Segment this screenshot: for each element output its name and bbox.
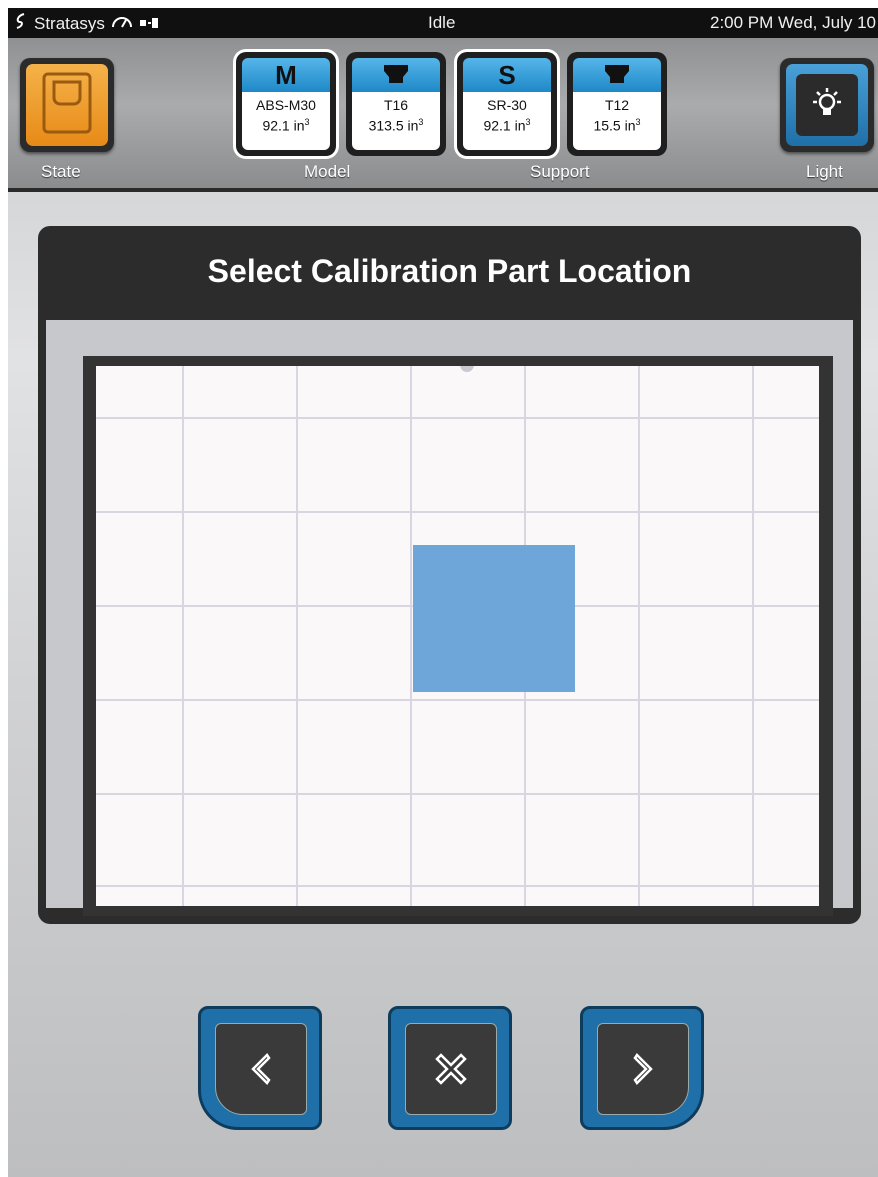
material-name: SR-30 (487, 97, 527, 113)
light-button-frame (786, 64, 868, 146)
state-button[interactable] (20, 58, 114, 152)
grid-line (96, 699, 819, 701)
grid-line (96, 511, 819, 513)
gauge-icon (111, 14, 133, 34)
next-button[interactable] (580, 1006, 704, 1130)
tip-name: T16 (383, 97, 409, 113)
tip-amount: 15.5 in (593, 117, 636, 134)
unit-superscript: 3 (635, 117, 641, 127)
header-toolbar: State M ABS-M30 92.1 in3 T16 313.5 in3 M… (8, 38, 878, 192)
material-amount-row: 92.1 in3 (242, 114, 330, 135)
material-cap: S (463, 58, 551, 92)
support-label: Support (530, 162, 590, 181)
support-material-bay[interactable]: S SR-30 92.1 in3 (457, 52, 557, 156)
tip-amount-row: 313.5 in3 (352, 114, 440, 135)
tip-icon (605, 65, 629, 83)
cancel-button[interactable] (388, 1006, 512, 1130)
grid-line (296, 366, 298, 906)
grid-line (182, 366, 184, 906)
status-left: Stratasys (14, 13, 161, 34)
model-label: Model (304, 162, 351, 181)
calibration-grid[interactable] (96, 366, 819, 906)
stratasys-logo-icon (14, 13, 28, 34)
lightbulb-icon (796, 74, 858, 136)
datetime: 2:00 PM Wed, July 10 (710, 13, 876, 32)
grid-line (410, 366, 412, 906)
tip-cap (573, 58, 661, 92)
material-cap: M (242, 58, 330, 92)
tip-info: T12 15.5 in3 (573, 92, 661, 150)
machine-status: Idle (428, 13, 456, 32)
tip-amount: 313.5 in (368, 117, 419, 134)
grid-line (96, 417, 819, 419)
grid-line (96, 885, 819, 887)
model-tip-bay[interactable]: T16 313.5 in3 (346, 52, 446, 156)
tip-cap (352, 58, 440, 92)
tip-amount-row: 15.5 in3 (573, 114, 661, 135)
unit-superscript: 3 (418, 117, 424, 127)
material-amount-row: 92.1 in3 (463, 114, 551, 135)
light-label: Light (806, 162, 843, 181)
dialog-panel (46, 320, 853, 916)
printer-screen: Stratasys Idle 2:00 PM Wed, July 10 Stat… (8, 8, 878, 1177)
model-material-bay[interactable]: M ABS-M30 92.1 in3 (236, 52, 336, 156)
material-name: ABS-M30 (256, 97, 316, 113)
brand-text: Stratasys (34, 13, 105, 33)
network-icon (139, 14, 161, 34)
chevron-left-icon (215, 1023, 307, 1115)
material-info: SR-30 92.1 in3 (463, 92, 551, 150)
close-icon (405, 1023, 497, 1115)
previous-button[interactable] (198, 1006, 322, 1130)
origin-marker (460, 366, 474, 372)
tip-info: T16 313.5 in3 (352, 92, 440, 150)
unit-superscript: 3 (304, 117, 310, 127)
printer-state-icon (26, 64, 108, 146)
unit-superscript: 3 (525, 117, 531, 127)
tip-name: T12 (604, 97, 630, 113)
build-platen (83, 356, 833, 916)
dialog-title: Select Calibration Part Location (207, 253, 692, 289)
support-tip-bay[interactable]: T12 15.5 in3 (567, 52, 667, 156)
grid-line (752, 366, 754, 906)
tip-icon (384, 65, 408, 83)
material-info: ABS-M30 92.1 in3 (242, 92, 330, 150)
light-button[interactable] (780, 58, 874, 152)
grid-line (96, 793, 819, 795)
material-amount: 92.1 in (483, 117, 526, 134)
state-label: State (41, 162, 81, 181)
chevron-right-icon (597, 1023, 689, 1115)
calibration-dialog: Select Calibration Part Location (38, 226, 861, 924)
calibration-part[interactable] (413, 545, 575, 692)
grid-line (638, 366, 640, 906)
material-amount: 92.1 in (262, 117, 305, 134)
status-bar: Stratasys Idle 2:00 PM Wed, July 10 (8, 8, 878, 38)
